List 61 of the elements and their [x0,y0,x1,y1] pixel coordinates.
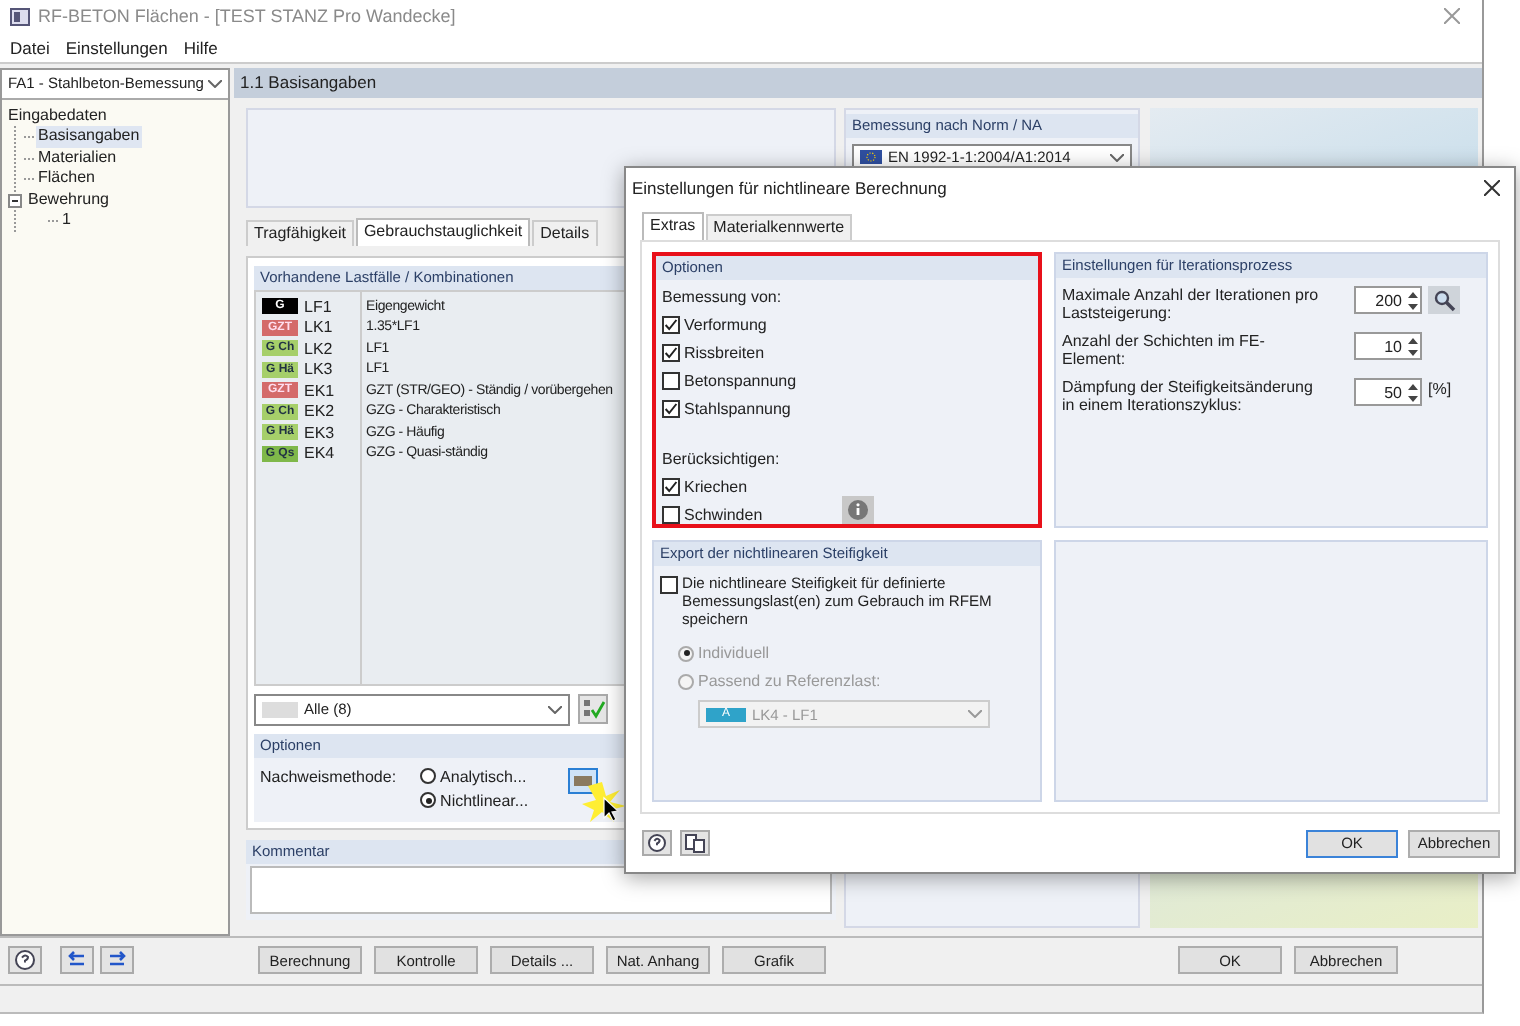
document-icon[interactable] [680,830,710,856]
arrow-left-icon[interactable] [60,946,94,975]
tab[interactable]: Details [532,219,598,246]
chevron-icon [968,710,982,718]
tab[interactable]: Gebrauchstauglichkeit [355,217,531,246]
tab[interactable]: Materialkennwerte [705,214,853,240]
help-icon[interactable] [8,946,42,975]
chevron-icon [208,79,222,88]
close-icon[interactable] [1484,179,1500,195]
menu-item[interactable]: Datei [10,37,50,58]
tree-item[interactable]: Materialien [36,147,119,169]
design-checkbox[interactable]: Verformung [662,310,1032,338]
help-icon[interactable] [642,830,672,856]
table-cell: EK3 [304,423,335,442]
menu-item[interactable]: Hilfe [183,37,218,58]
select-all-icon[interactable] [578,694,608,725]
tab[interactable]: Extras [642,212,704,240]
consider-checkbox[interactable]: Kriechen [662,472,763,500]
consider-checkbox[interactable]: Schwinden [662,500,763,528]
tree-item[interactable]: 1 [60,210,73,232]
table-cell: LK2 [304,339,333,358]
chevron-icon [1110,153,1124,162]
window-title: RF-BETON Flächen - [TEST STANZ Pro Wandecke] [38,6,456,27]
app-icon [10,7,30,26]
table-cell: LK1 [304,318,333,337]
table-cell: LF1 [304,297,332,316]
method-radio[interactable]: Analytisch... [420,767,529,786]
tree-item[interactable]: Basisangaben [36,126,142,148]
design-checkbox[interactable]: Betonspannung [662,366,1032,394]
setting-label: Dämpfung der Steifigkeitsänderung in einem Iterationszyklus: [1062,378,1315,414]
setting-label: Anzahl der Schichten im FE-Element: [1062,332,1267,368]
magnifier-icon[interactable] [1428,286,1460,314]
tree-item[interactable]: Eingabedaten [6,105,109,127]
arrow-right-icon[interactable] [100,946,134,975]
group-label: Bemessung von: [662,288,784,306]
collapse-icon[interactable] [8,193,22,208]
comment-field[interactable] [250,865,832,914]
method-radio[interactable]: Nichtlinear... [420,791,529,810]
number-spinner[interactable]: 200 [1354,286,1422,314]
dialog-title: Einstellungen für nichtlineare Berechnung [632,177,947,197]
tree-item[interactable]: Flächen [36,168,97,190]
number-spinner[interactable]: 10 [1354,332,1422,360]
menu-item[interactable]: Einstellungen [65,37,168,58]
chevron-icon [548,705,562,714]
setting-label: Maximale Anzahl der Iterationen pro Laststeigerung: [1062,286,1321,322]
design-checkbox[interactable]: Stahlspannung [662,394,1032,422]
group-label: Berücksichtigen: [662,450,782,468]
design-checkbox[interactable]: Rissbreiten [662,338,1032,366]
tab[interactable]: Tragfähigkeit [246,219,354,246]
table-cell: EK4 [304,444,335,463]
table-cell: EK1 [304,381,335,400]
method-label: Nachweismethode: [260,767,397,788]
section-header: 1.1 Basisangaben [234,67,1482,98]
table-cell: EK2 [304,402,335,421]
settings-button-icon[interactable] [568,767,599,794]
tree-item[interactable]: Bewehrung [26,189,111,211]
info-icon[interactable] [842,496,875,524]
table-cell: LK3 [304,360,333,379]
flag-icon [860,150,882,165]
number-spinner[interactable]: 50 [1354,378,1422,406]
unit-label: [%] [1428,378,1454,402]
